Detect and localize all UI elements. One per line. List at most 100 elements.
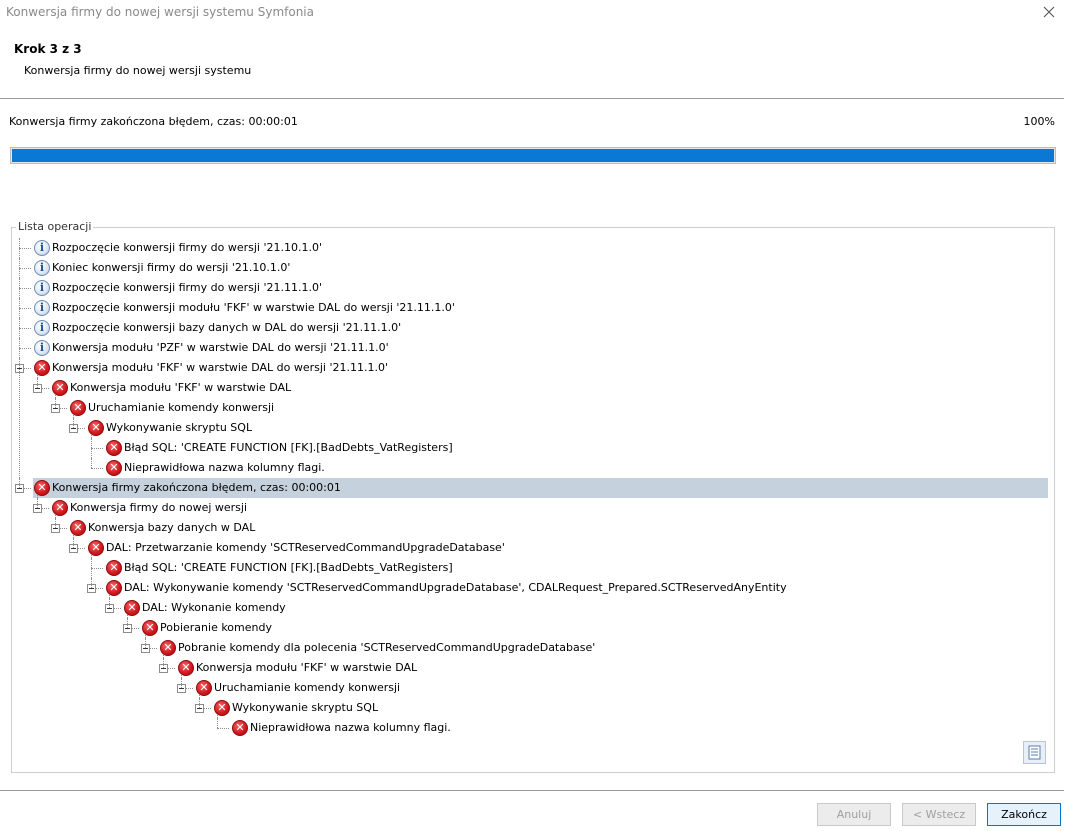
- list-view-icon[interactable]: [1023, 741, 1046, 764]
- tree-node[interactable]: ✕ Konwersja firmy zakończona błędem, czas…: [33, 478, 1048, 498]
- tree-item-label: Błąd SQL: 'CREATE FUNCTION [FK].[BadDebt…: [124, 561, 453, 574]
- error-icon: ✕: [142, 620, 158, 636]
- tree-item[interactable]: i Koniec konwersji firmy do wersji '21.10…: [12, 258, 1048, 278]
- tree-connector: [91, 435, 92, 468]
- tree-item-label: Nieprawidłowa nazwa kolumny flagi.: [250, 721, 451, 734]
- tree-connector: [55, 515, 56, 528]
- progress-fill: [12, 149, 1054, 162]
- finish-button[interactable]: Zakończ: [987, 803, 1061, 826]
- tree-connector: [37, 495, 38, 508]
- tree-connector: [73, 535, 74, 548]
- header-divider: [0, 98, 1064, 99]
- info-icon: i: [34, 300, 50, 316]
- tree-connector: [37, 375, 38, 388]
- error-icon: ✕: [124, 600, 140, 616]
- close-icon[interactable]: [1039, 2, 1059, 22]
- error-icon: ✕: [34, 360, 50, 376]
- tree-item[interactable]: i Rozpoczęcie konwersji firmy do wersji '…: [12, 278, 1048, 298]
- error-icon: ✕: [178, 660, 194, 676]
- error-icon: ✕: [88, 420, 104, 436]
- tree-item[interactable]: ✕ DAL: Wykonanie komendy: [12, 598, 1048, 618]
- tree-item[interactable]: ✕ Konwersja firmy do nowej wersji: [12, 498, 1048, 518]
- tree-item[interactable]: ✕ Błąd SQL: 'CREATE FUNCTION [FK].[BadDeb…: [12, 558, 1048, 578]
- tree-connector: [109, 595, 110, 608]
- cancel-button[interactable]: Anuluj: [817, 803, 891, 826]
- tree-connector: [19, 348, 31, 349]
- error-icon: ✕: [106, 580, 122, 596]
- error-icon: ✕: [232, 720, 248, 736]
- tree-item-label: Uruchamianie komendy konwersji: [214, 681, 401, 694]
- tree-item-label: DAL: Wykonanie komendy: [142, 601, 286, 614]
- tree-item[interactable]: ✕ DAL: Wykonywanie komendy 'SCTReservedCo…: [12, 578, 1048, 598]
- tree-item-label: Wykonywanie skryptu SQL: [232, 701, 379, 714]
- tree-item-label: DAL: Wykonywanie komendy 'SCTReservedCom…: [124, 581, 787, 594]
- tree-item-label: Konwersja modułu 'FKF' w warstwie DAL: [70, 381, 292, 394]
- tree-item[interactable]: ✕ Uruchamianie komendy konwersji: [12, 678, 1048, 698]
- tree-item[interactable]: ✕ Pobranie komendy dla polecenia 'SCTRese…: [12, 638, 1048, 658]
- tree-connector: [91, 568, 103, 569]
- error-icon: ✕: [196, 680, 212, 696]
- error-icon: ✕: [34, 480, 50, 496]
- tree-item[interactable]: ✕ Konwersja modułu 'FKF' w warstwie DAL d…: [12, 358, 1048, 378]
- tree-item[interactable]: ✕ Konwersja firmy zakończona błędem, czas…: [12, 478, 1048, 498]
- operations-tree[interactable]: i Rozpoczęcie konwersji firmy do wersji '…: [12, 238, 1054, 758]
- window-title: Konwersja firmy do nowej wersji systemu …: [6, 5, 314, 19]
- error-icon: ✕: [106, 560, 122, 576]
- tree-connector: [91, 555, 92, 588]
- error-icon: ✕: [214, 700, 230, 716]
- tree-item[interactable]: i Rozpoczęcie konwersji bazy danych w DAL…: [12, 318, 1048, 338]
- tree-connector: [217, 715, 218, 728]
- info-icon: i: [34, 320, 50, 336]
- tree-connector: [181, 675, 182, 688]
- tree-item-label: Rozpoczęcie konwersji firmy do wersji '2…: [52, 281, 322, 294]
- tree-item[interactable]: ✕ Konwersja bazy danych w DAL: [12, 518, 1048, 538]
- progress-bar: [10, 147, 1056, 164]
- tree-item-label: Konwersja firmy zakończona błędem, czas:…: [52, 481, 341, 494]
- info-icon: i: [34, 280, 50, 296]
- error-icon: ✕: [52, 500, 68, 516]
- tree-item[interactable]: ✕ Błąd SQL: 'CREATE FUNCTION [FK].[BadDeb…: [12, 438, 1048, 458]
- tree-connector: [127, 615, 128, 628]
- error-icon: ✕: [88, 540, 104, 556]
- tree-item-label: Uruchamianie komendy konwersji: [88, 401, 275, 414]
- tree-connector: [19, 238, 20, 248]
- tree-item[interactable]: i Rozpoczęcie konwersji firmy do wersji '…: [12, 238, 1048, 258]
- tree-item-label: Rozpoczęcie konwersji modułu 'FKF' w war…: [52, 301, 455, 314]
- tree-item-label: DAL: Przetwarzanie komendy 'SCTReservedC…: [106, 541, 505, 554]
- tree-item[interactable]: ✕ Konwersja modułu 'FKF' w warstwie DAL: [12, 378, 1048, 398]
- back-button[interactable]: < Wstecz: [902, 803, 976, 826]
- error-icon: ✕: [160, 640, 176, 656]
- tree-item[interactable]: i Konwersja modułu 'PZF' w warstwie DAL d…: [12, 338, 1048, 358]
- tree-connector: [19, 248, 20, 488]
- tree-item[interactable]: ✕ Nieprawidłowa nazwa kolumny flagi.: [12, 458, 1048, 478]
- info-icon: i: [34, 260, 50, 276]
- tree-item-label: Konwersja modułu 'FKF' w warstwie DAL: [196, 661, 418, 674]
- step-title: Krok 3 z 3: [14, 42, 82, 56]
- error-icon: ✕: [106, 460, 122, 476]
- tree-connector: [145, 635, 146, 648]
- tree-connector: [19, 268, 31, 269]
- tree-item-label: Konwersja firmy do nowej wersji: [70, 501, 248, 514]
- tree-item[interactable]: ✕ Uruchamianie komendy konwersji: [12, 398, 1048, 418]
- tree-item-label: Pobranie komendy dla polecenia 'SCTReser…: [178, 641, 596, 654]
- error-icon: ✕: [70, 400, 86, 416]
- tree-item-label: Rozpoczęcie konwersji firmy do wersji '2…: [52, 241, 322, 254]
- tree-item-label: Koniec konwersji firmy do wersji '21.10.…: [52, 261, 291, 274]
- title-bar: Konwersja firmy do nowej wersji systemu …: [0, 0, 1067, 24]
- tree-item[interactable]: ✕ Konwersja modułu 'FKF' w warstwie DAL: [12, 658, 1048, 678]
- tree-item[interactable]: ✕ Wykonywanie skryptu SQL: [12, 418, 1048, 438]
- tree-connector: [163, 655, 164, 668]
- error-icon: ✕: [106, 440, 122, 456]
- tree-item[interactable]: ✕ Pobieranie komendy: [12, 618, 1048, 638]
- tree-item[interactable]: ✕ DAL: Przetwarzanie komendy 'SCTReserved…: [12, 538, 1048, 558]
- tree-item[interactable]: ✕ Wykonywanie skryptu SQL: [12, 698, 1048, 718]
- tree-connector: [217, 728, 229, 729]
- tree-item-label: Konwersja modułu 'PZF' w warstwie DAL do…: [52, 341, 389, 354]
- tree-item[interactable]: ✕ Nieprawidłowa nazwa kolumny flagi.: [12, 718, 1048, 738]
- tree-connector: [19, 308, 31, 309]
- tree-connector: [73, 415, 74, 428]
- tree-connector: [19, 288, 31, 289]
- tree-item-label: Wykonywanie skryptu SQL: [106, 421, 253, 434]
- tree-item[interactable]: i Rozpoczęcie konwersji modułu 'FKF' w wa…: [12, 298, 1048, 318]
- tree-item-label: Konwersja modułu 'FKF' w warstwie DAL do…: [52, 361, 388, 374]
